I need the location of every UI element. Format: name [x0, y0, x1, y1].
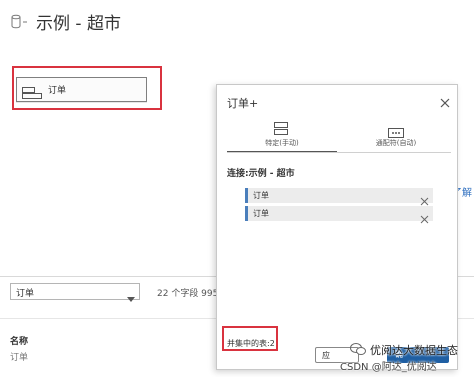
union-table-label: 订单	[48, 86, 67, 96]
watermark: 优阅达大数据生态 CSDN @阿达_优阅达	[340, 342, 474, 377]
tab-divider	[227, 152, 451, 153]
union-table-pill[interactable]: 订单	[16, 77, 147, 102]
database-icon	[10, 13, 30, 31]
wildcard-icon	[388, 123, 404, 138]
union-table-row[interactable]: 订单	[245, 206, 433, 224]
apply-button-label: 应	[322, 351, 330, 360]
wechat-icon	[350, 341, 366, 355]
union-table-row[interactable]: 订单	[245, 188, 433, 206]
connection-label: 连接:示例 - 超市	[227, 169, 295, 179]
union-manual-icon	[271, 121, 291, 135]
union-table-row-label: 订单	[253, 191, 269, 200]
remove-icon[interactable]	[420, 209, 429, 224]
tab-label: 特定(手动)	[265, 139, 299, 147]
remove-icon[interactable]	[420, 191, 429, 206]
tab-label: 通配符(自动)	[375, 139, 417, 147]
table-select[interactable]: 订单	[10, 283, 140, 302]
watermark-author: CSDN @阿达_优阅达	[340, 362, 437, 373]
union-table-row-label: 订单	[253, 209, 269, 218]
panel-title: 订单+	[227, 97, 259, 110]
table-select-value: 订单	[16, 289, 35, 299]
tab-specific-manual[interactable]: 特定(手动)	[227, 119, 337, 151]
chevron-down-icon	[127, 288, 135, 302]
fields-count: 22 个字段 9959	[157, 289, 225, 299]
column-header: 名称	[10, 337, 29, 347]
close-icon[interactable]	[439, 94, 451, 108]
page-title: 示例 - 超市	[36, 14, 121, 34]
watermark-brand: 优阅达大数据生态	[370, 344, 458, 357]
union-icon	[22, 84, 42, 99]
tab-wildcard-auto[interactable]: 通配符(自动)	[341, 119, 451, 151]
highlight-box	[222, 326, 278, 351]
column-value: 订单	[10, 353, 29, 363]
